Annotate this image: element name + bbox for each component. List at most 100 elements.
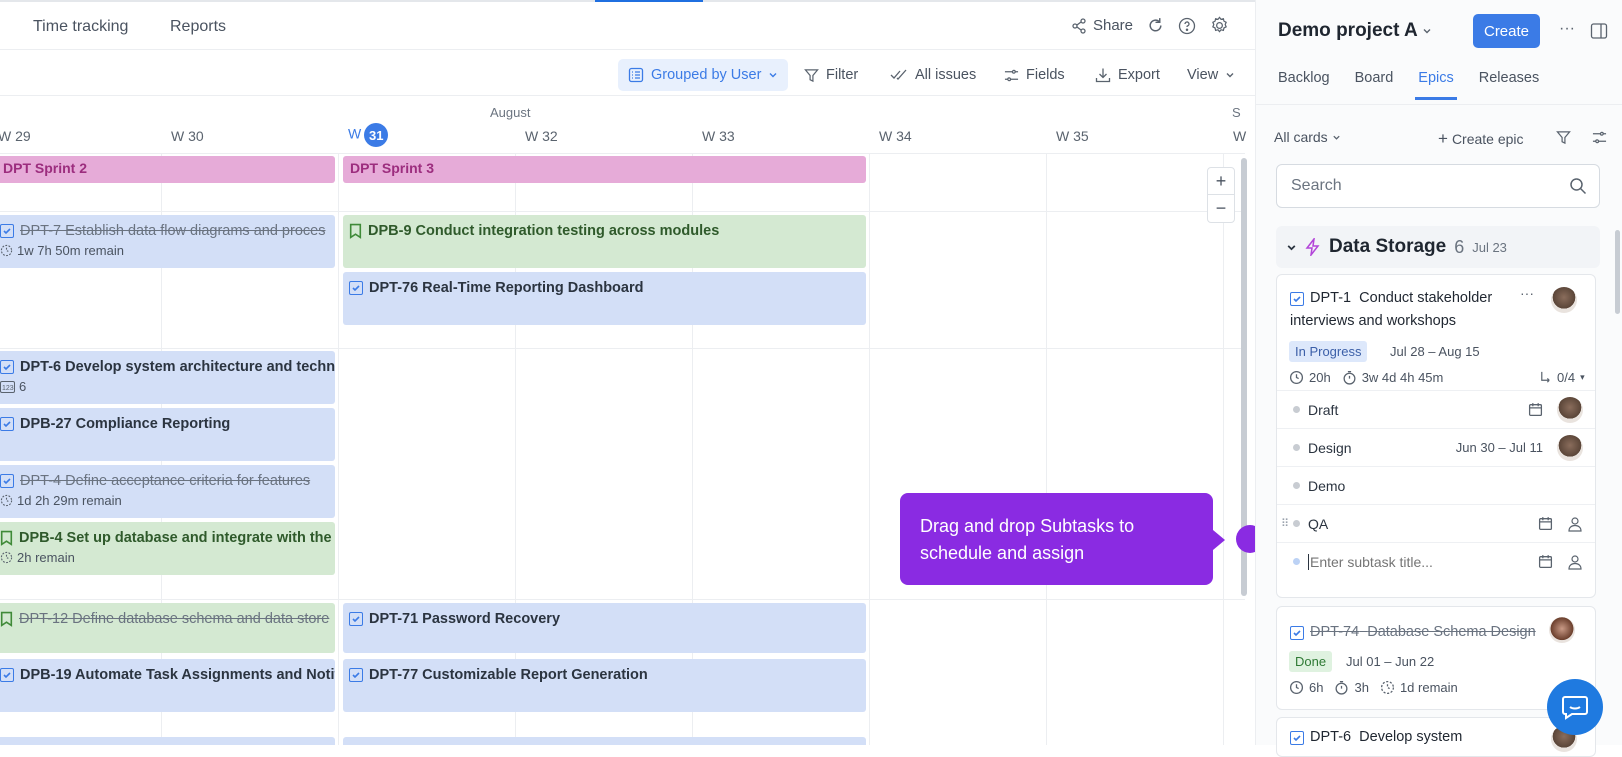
task-check-icon xyxy=(0,417,14,431)
issue-bar[interactable] xyxy=(0,737,335,745)
grid-line xyxy=(0,211,1245,212)
zoom-in-button[interactable]: + xyxy=(1208,168,1234,195)
issue-bar[interactable]: DPT-77 Customizable Report Generation xyxy=(343,659,866,712)
task-check-icon xyxy=(349,612,363,626)
timeline-area: August S W 29 W 30 W 31 W 32 W 33 W 34 W … xyxy=(0,97,1255,745)
status-badge[interactable]: In Progress xyxy=(1289,341,1368,362)
settings-gear-icon[interactable] xyxy=(1210,16,1229,35)
subtasks-counter[interactable]: 0/4 ▾ xyxy=(1539,370,1585,385)
zoom-out-button[interactable]: − xyxy=(1208,195,1234,222)
card-title: DPT-6 Develop system xyxy=(1290,726,1540,749)
issue-bar[interactable] xyxy=(343,737,866,745)
issue-card[interactable]: DPT-1 Conduct stakeholder interviews and… xyxy=(1276,274,1596,598)
subtask-row[interactable]: ⠿ QA xyxy=(1277,504,1595,542)
view-label: View xyxy=(1187,67,1219,83)
new-subtask-input[interactable] xyxy=(1308,553,1478,570)
epic-name: Data Storage xyxy=(1329,236,1447,257)
tab-time-tracking[interactable]: Time tracking xyxy=(33,18,128,36)
help-icon[interactable] xyxy=(1178,17,1196,35)
avatar[interactable] xyxy=(1557,396,1583,423)
panel-tabs: Backlog Board Epics Releases xyxy=(1278,70,1539,100)
subtask-row[interactable]: Draft xyxy=(1277,390,1595,428)
calendar-icon[interactable] xyxy=(1538,516,1553,531)
sliders-icon[interactable] xyxy=(1592,130,1607,145)
share-button[interactable]: Share xyxy=(1071,17,1133,34)
clock-icon xyxy=(1380,680,1394,695)
subtask-row[interactable]: Demo xyxy=(1277,466,1595,504)
create-button[interactable]: Create xyxy=(1473,14,1540,48)
story-points: 6 xyxy=(19,379,27,394)
sliders-icon xyxy=(1004,69,1019,81)
tab-board[interactable]: Board xyxy=(1355,70,1394,86)
all-cards-dropdown[interactable]: All cards xyxy=(1274,129,1341,145)
assignee-icon[interactable] xyxy=(1567,516,1583,532)
panel-scrollbar[interactable] xyxy=(1615,230,1620,314)
chat-icon xyxy=(1562,696,1588,720)
issue-bar[interactable]: DPT-4 Define acceptance criteria for fea… xyxy=(0,465,335,518)
clock-icon xyxy=(0,494,13,507)
issue-bar[interactable]: DPB-4 Set up database and integrate with… xyxy=(0,522,335,575)
subtask-dates: Jun 30 – Jul 11 xyxy=(1455,440,1543,455)
sidebar-toggle-icon[interactable] xyxy=(1590,22,1608,40)
chevron-down-icon xyxy=(1423,29,1431,34)
issue-title: DPT-71 Password Recovery xyxy=(369,611,561,627)
export-button[interactable]: Export xyxy=(1095,59,1160,91)
card-time-meta: 20h 3w 4d 4h 45m xyxy=(1289,370,1443,385)
issue-bar[interactable]: DPT-71 Password Recovery xyxy=(343,603,866,653)
grid-line xyxy=(338,153,339,745)
issue-card[interactable]: DPT-74 Database Schema Design Done Jul 0… xyxy=(1276,606,1596,710)
grid-line xyxy=(1046,153,1047,745)
issue-bar[interactable]: DPT-12 Define database schema and data s… xyxy=(0,603,335,653)
tab-reports[interactable]: Reports xyxy=(170,18,226,36)
issue-bar[interactable]: DPT-76 Real-Time Reporting Dashboard xyxy=(343,272,866,325)
task-check-icon xyxy=(1290,292,1304,306)
sprint-bar[interactable]: DPT Sprint 3 xyxy=(343,156,866,183)
drag-handle-icon[interactable]: ⠿ xyxy=(1281,517,1289,530)
card-title: DPT-1 Conduct stakeholder interviews and… xyxy=(1290,287,1540,333)
tab-releases[interactable]: Releases xyxy=(1479,70,1539,86)
calendar-icon[interactable] xyxy=(1538,554,1553,569)
card-title: DPT-74 Database Schema Design xyxy=(1290,621,1540,644)
status-badge[interactable]: Done xyxy=(1289,651,1333,672)
issue-bar[interactable]: DPT-6 Develop system architecture and te… xyxy=(0,351,335,404)
create-epic-button[interactable]: + Create epic xyxy=(1438,129,1524,149)
grid-line xyxy=(0,153,1245,154)
issue-title: DPB-19 Automate Task Assignments and Not… xyxy=(20,667,335,683)
card-more-icon[interactable]: ··· xyxy=(1520,285,1534,301)
avatar[interactable] xyxy=(1557,434,1583,461)
assignee-icon[interactable] xyxy=(1567,554,1583,570)
issue-bar[interactable]: DPT-7 Establish data flow diagrams and p… xyxy=(0,215,335,268)
week-header: W 35 xyxy=(1056,128,1089,144)
refresh-icon[interactable] xyxy=(1147,17,1164,34)
issue-bar[interactable]: DPB-27 Compliance Reporting xyxy=(0,408,335,461)
all-issues-button[interactable]: All issues xyxy=(890,59,976,91)
onboarding-tooltip: Drag and drop Subtasks to schedule and a… xyxy=(900,493,1225,585)
avatar[interactable] xyxy=(1551,287,1577,313)
week-header: W 29 xyxy=(0,128,31,144)
epic-header[interactable]: Data Storage 6 Jul 23 xyxy=(1276,226,1600,268)
filter-icon[interactable] xyxy=(1556,130,1571,145)
search-input[interactable]: Search xyxy=(1276,164,1600,208)
issue-bar[interactable]: DPB-19 Automate Task Assignments and Not… xyxy=(0,659,335,712)
filter-button[interactable]: Filter xyxy=(804,59,858,91)
issue-bar[interactable]: DPB-9 Conduct integration testing across… xyxy=(343,215,866,268)
month-label-next: S xyxy=(1232,105,1241,120)
subtask-row[interactable]: Design Jun 30 – Jul 11 xyxy=(1277,428,1595,466)
more-options-icon[interactable]: ··· xyxy=(1559,20,1575,38)
new-subtask-row[interactable] xyxy=(1277,542,1595,580)
sprint-bar[interactable]: DPT Sprint 2 xyxy=(0,156,335,183)
calendar-icon[interactable] xyxy=(1528,402,1543,417)
group-by-dropdown[interactable]: Grouped by User xyxy=(618,59,789,91)
fields-button[interactable]: Fields xyxy=(1004,59,1065,91)
chat-support-button[interactable] xyxy=(1547,679,1603,735)
bookmark-icon xyxy=(0,611,13,627)
share-label: Share xyxy=(1092,17,1133,34)
issue-card[interactable]: DPT-6 Develop system xyxy=(1276,717,1596,757)
epic-date: Jul 23 xyxy=(1472,239,1507,255)
view-dropdown[interactable]: View xyxy=(1187,59,1235,91)
tab-epics[interactable]: Epics xyxy=(1415,70,1458,100)
avatar[interactable] xyxy=(1549,617,1575,643)
project-selector[interactable]: Demo project A xyxy=(1278,20,1432,42)
tab-backlog[interactable]: Backlog xyxy=(1278,70,1330,86)
chevron-down-icon[interactable] xyxy=(1286,242,1297,253)
